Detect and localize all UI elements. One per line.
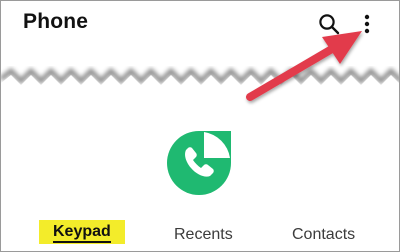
tab-keypad-label: Keypad <box>53 223 111 240</box>
search-icon-overlay[interactable] <box>317 12 341 36</box>
annotation-arrow <box>246 31 362 101</box>
active-tab-indicator <box>53 241 111 243</box>
torn-edge-divider <box>1 1 399 251</box>
tab-contacts[interactable]: Contacts <box>292 226 355 244</box>
tab-contacts-label: Contacts <box>292 226 356 243</box>
tab-recents[interactable]: Recents <box>174 226 233 244</box>
tab-keypad[interactable]: Keypad <box>39 220 125 244</box>
tab-recents-label: Recents <box>174 226 233 243</box>
phone-app-screen: Phone Phone Keypad Recents Contacts <box>0 0 400 252</box>
bottom-tab-bar: Keypad Recents Contacts <box>1 220 399 251</box>
app-title-overlay: Phone <box>23 10 89 33</box>
phone-app-logo-icon <box>167 131 231 195</box>
more-vert-icon[interactable] <box>357 11 377 37</box>
